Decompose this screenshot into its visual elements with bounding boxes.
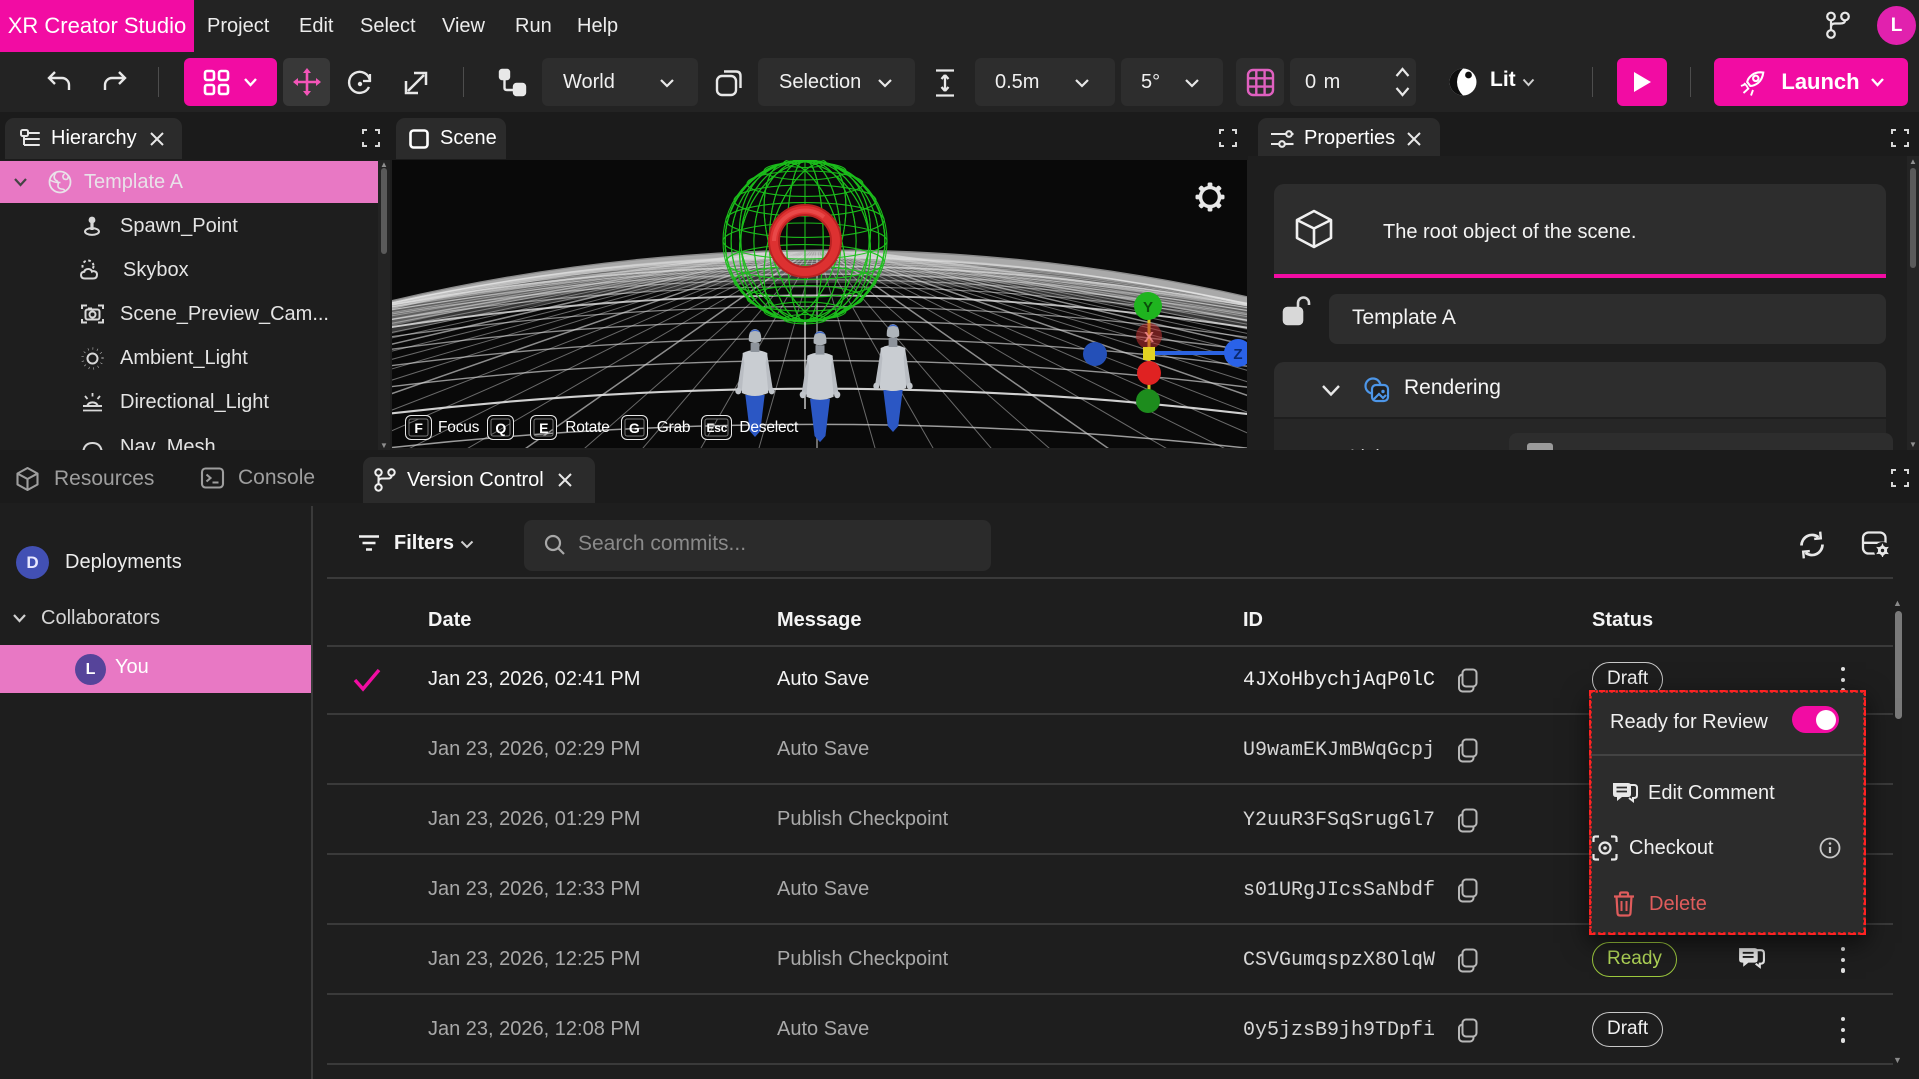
svg-text:Z: Z [1233,346,1242,363]
svg-text:Y: Y [1143,299,1153,316]
svg-text:X: X [1144,329,1154,346]
